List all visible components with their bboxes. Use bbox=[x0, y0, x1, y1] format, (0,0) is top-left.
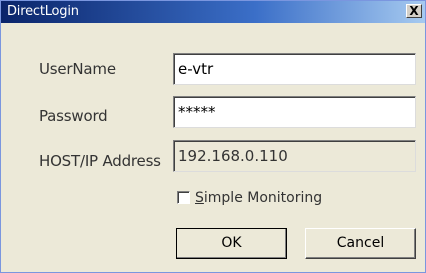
login-dialog: DirectLogin X UserName e-vtr Password **… bbox=[0, 0, 426, 273]
close-button[interactable]: X bbox=[406, 4, 422, 18]
simple-monitoring-mnemonic: S bbox=[195, 190, 204, 206]
cancel-button[interactable]: Cancel bbox=[305, 228, 416, 259]
simple-monitoring-label: Simple Monitoring bbox=[195, 189, 322, 207]
host-label: HOST/IP Address bbox=[39, 152, 161, 170]
host-field[interactable]: 192.168.0.110 bbox=[173, 140, 416, 172]
password-field[interactable]: ***** bbox=[173, 96, 416, 128]
simple-monitoring-checkbox[interactable] bbox=[177, 191, 190, 204]
ok-button[interactable]: OK bbox=[176, 228, 287, 259]
password-label: Password bbox=[39, 107, 108, 125]
window-title: DirectLogin bbox=[7, 4, 79, 19]
title-bar: DirectLogin X bbox=[1, 1, 425, 23]
username-label: UserName bbox=[39, 60, 116, 78]
close-icon: X bbox=[409, 4, 419, 18]
simple-monitoring-label-rest: imple Monitoring bbox=[203, 190, 323, 206]
username-field[interactable]: e-vtr bbox=[173, 53, 416, 85]
